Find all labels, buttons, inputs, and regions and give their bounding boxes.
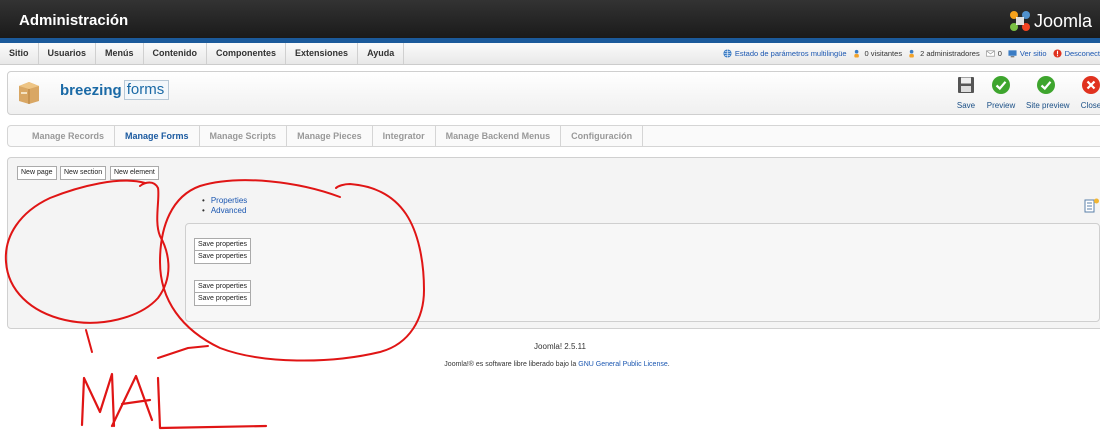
- license-suffix: .: [667, 361, 670, 368]
- list-settings-icon[interactable]: [1084, 197, 1100, 213]
- menu-menus[interactable]: Menús: [96, 43, 144, 64]
- logout-label: Desconect: [1064, 49, 1100, 58]
- tab-manage-records[interactable]: Manage Records: [22, 126, 116, 146]
- multilingual-status[interactable]: Estado de parámetros multilingüe: [723, 49, 847, 58]
- floppy-disk-icon: [958, 77, 974, 93]
- close-label: Close: [1080, 101, 1100, 110]
- menu-componentes[interactable]: Componentes: [207, 43, 287, 64]
- preview-label: Preview: [986, 101, 1016, 110]
- admin-title: Administración: [19, 12, 129, 29]
- visitors-count: 0 visitantes: [853, 49, 903, 58]
- tab-integrator[interactable]: Integrator: [373, 126, 436, 146]
- site-preview-label: Site preview: [1026, 101, 1070, 110]
- properties-links: Properties Advanced: [202, 196, 247, 216]
- menu-usuarios[interactable]: Usuarios: [39, 43, 97, 64]
- properties-panel: [185, 223, 1100, 322]
- admins-count: 2 administradores: [908, 49, 980, 58]
- gnu-license-link[interactable]: GNU General Public License: [578, 361, 668, 368]
- multilingual-status-label: Estado de parámetros multilingüe: [734, 49, 847, 58]
- component-toolbar: [7, 71, 1100, 115]
- breezingforms-logo: breezing forms: [60, 80, 170, 100]
- admins-label: 2 administradores: [920, 49, 980, 58]
- new-element-button[interactable]: New element: [110, 166, 159, 180]
- close-button[interactable]: Close: [1071, 75, 1100, 110]
- component-submenu: Manage Records Manage Forms Manage Scrip…: [7, 125, 1100, 147]
- check-icon: [1037, 76, 1055, 94]
- menu-contenido[interactable]: Contenido: [144, 43, 208, 64]
- check-icon: [992, 76, 1010, 94]
- site-preview-button[interactable]: Site preview: [1026, 75, 1070, 110]
- tab-configuracion[interactable]: Configuración: [561, 126, 644, 146]
- menu-ayuda[interactable]: Ayuda: [358, 43, 405, 64]
- tab-manage-scripts[interactable]: Manage Scripts: [200, 126, 288, 146]
- joomla-logo[interactable]: Joomla: [1009, 9, 1092, 33]
- logout-icon: [1053, 49, 1062, 58]
- tab-manage-forms[interactable]: Manage Forms: [115, 126, 200, 146]
- joomla-version: Joomla! 2.5.11: [534, 342, 586, 351]
- messages-count[interactable]: 0: [985, 49, 1002, 58]
- joomla-logo-icon: [1010, 11, 1030, 31]
- save-properties-button[interactable]: Save properties: [194, 250, 252, 264]
- close-icon: [1082, 76, 1100, 94]
- tab-manage-pieces[interactable]: Manage Pieces: [287, 126, 373, 146]
- annotation-letter-a: [110, 374, 154, 428]
- admin-users-icon: [909, 49, 914, 58]
- menu-sitio[interactable]: Sitio: [0, 43, 39, 64]
- mail-icon: [985, 50, 995, 57]
- admin-header: Administración Joomla: [0, 0, 1100, 43]
- visitors-label: 0 visitantes: [864, 49, 903, 58]
- brand-boxed-text: forms: [123, 80, 170, 100]
- users-icon: [853, 49, 859, 58]
- tab-manage-backend-menus[interactable]: Manage Backend Menus: [436, 126, 562, 146]
- annotation-letter-l: [156, 376, 268, 430]
- new-section-button[interactable]: New section: [60, 166, 107, 180]
- save-label: Save: [956, 101, 976, 110]
- joomla-logo-text: Joomla: [1034, 10, 1093, 31]
- package-box-icon: [19, 82, 39, 104]
- annotation-letter-m: [80, 372, 116, 428]
- new-page-button[interactable]: New page: [17, 166, 57, 180]
- save-button[interactable]: Save: [946, 75, 986, 110]
- properties-link[interactable]: Properties: [202, 196, 247, 206]
- save-properties-button[interactable]: Save properties: [194, 292, 252, 306]
- preview-button[interactable]: Preview: [981, 75, 1021, 110]
- globe-icon: [723, 49, 732, 58]
- monitor-icon: [1008, 50, 1017, 58]
- view-site-label: Ver sitio: [1019, 49, 1047, 58]
- license-prefix: Joomla!® es software libre liberado bajo…: [444, 361, 579, 368]
- view-site-link[interactable]: Ver sitio: [1008, 49, 1047, 58]
- messages-label: 0: [997, 49, 1002, 58]
- license-notice: Joomla!® es software libre liberado bajo…: [0, 361, 1100, 368]
- main-menu-bar: Sitio Usuarios Menús Contenido Component…: [0, 43, 1100, 65]
- advanced-link[interactable]: Advanced: [202, 206, 247, 216]
- menu-extensiones[interactable]: Extensiones: [286, 43, 359, 64]
- brand-bold-text: breezing: [60, 81, 122, 99]
- logout-link[interactable]: Desconect: [1053, 49, 1100, 58]
